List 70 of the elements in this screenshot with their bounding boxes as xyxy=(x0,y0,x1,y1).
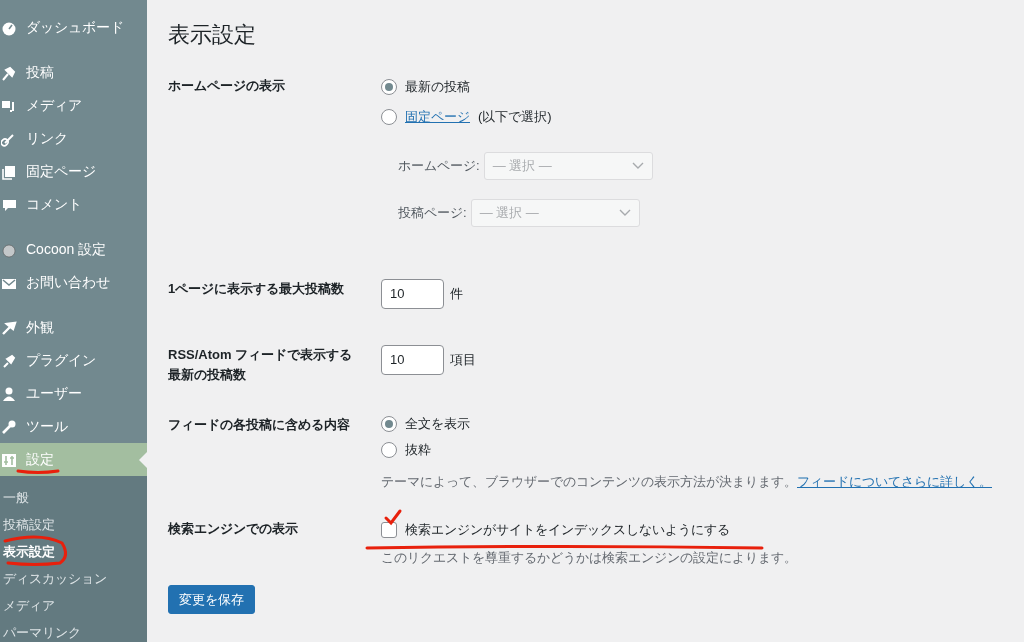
number-input[interactable]: 10 xyxy=(381,345,444,375)
annotation-check xyxy=(384,509,402,526)
feed-link[interactable]: フィードについてさらに詳しく。 xyxy=(797,474,992,489)
option-label: 抜粋 xyxy=(405,441,431,459)
submenu-item[interactable]: ディスカッション xyxy=(0,565,147,592)
sidebar-label: コメント xyxy=(26,195,82,214)
sidebar-item[interactable]: お問い合わせ xyxy=(0,266,147,299)
setting-label: 1ページに表示する最大投稿数 xyxy=(168,280,346,298)
sidebar-label: Cocoon 設定 xyxy=(26,240,107,259)
option-label: (以下で選択) xyxy=(478,108,552,126)
save-button[interactable]: 変更を保存 xyxy=(168,585,255,614)
submenu-item[interactable]: メディア xyxy=(0,592,147,619)
sidebar-label: ツール xyxy=(26,417,68,436)
user-icon xyxy=(1,385,17,402)
sidebar-item[interactable]: 外観 xyxy=(0,311,147,344)
description-text: このリクエストを尊重するかどうかは検索エンジンの設定によります。 xyxy=(381,549,798,567)
chevron-down-icon xyxy=(618,209,631,217)
setting-label: ホームページの表示 xyxy=(168,77,286,95)
setting-label: 検索エンジンでの表示 xyxy=(168,520,299,538)
page-title: 表示設定 xyxy=(168,21,256,49)
plug-icon xyxy=(1,352,17,369)
setting-label: フィードの各投稿に含める内容 xyxy=(168,416,351,434)
sidebar-item[interactable]: プラグイン xyxy=(0,344,147,377)
checkbox[interactable] xyxy=(381,522,397,538)
annotation-underline xyxy=(16,469,60,474)
unit-label: 件 xyxy=(450,285,463,303)
sidebar-label: 投稿 xyxy=(26,63,54,82)
sidebar-label: ダッシュボード xyxy=(26,18,124,37)
sidebar-label: ユーザー xyxy=(26,384,82,403)
sliders-icon xyxy=(1,451,17,468)
sidebar-item[interactable]: 投稿 xyxy=(0,56,147,89)
sidebar-item[interactable]: ユーザー xyxy=(0,377,147,410)
wrench-icon xyxy=(1,418,17,435)
radio-button[interactable] xyxy=(381,442,397,458)
sidebar-item[interactable]: 固定ページ xyxy=(0,155,147,188)
radio-button[interactable] xyxy=(381,416,397,432)
setting-label: RSS/Atom フィードで表示する最新の投稿数 xyxy=(168,346,353,384)
option-label: 最新の投稿 xyxy=(405,78,470,96)
sidebar-item[interactable]: メディア xyxy=(0,89,147,122)
sidebar-item[interactable]: ツール xyxy=(0,410,147,443)
radio-button[interactable] xyxy=(381,79,397,95)
submenu-item[interactable]: 表示設定 xyxy=(0,538,147,565)
description-text: テーマによって、ブラウザーでのコンテンツの表示方法が決まります。フィードについてさらに詳しく。 xyxy=(381,473,993,491)
pin-icon xyxy=(1,64,17,81)
submenu-item[interactable]: パーマリンク xyxy=(0,619,147,642)
select-label: ホームページ: xyxy=(398,157,480,175)
radio-button[interactable] xyxy=(381,109,397,125)
select-label: 投稿ページ: xyxy=(398,204,467,222)
sidebar-label: 外観 xyxy=(26,318,54,337)
sidebar-item[interactable]: Cocoon 設定 xyxy=(0,233,147,266)
submenu-item[interactable]: 投稿設定 xyxy=(0,511,147,538)
sidebar-label: お問い合わせ xyxy=(26,273,110,292)
link[interactable]: 固定ページ xyxy=(405,108,470,126)
submenu-item[interactable]: 一般 xyxy=(0,484,147,511)
circle-icon xyxy=(1,241,17,258)
sidebar-item[interactable]: コメント xyxy=(0,188,147,221)
sidebar-label: 設定 xyxy=(26,450,54,469)
unit-label: 項目 xyxy=(450,351,476,369)
sidebar-label: プラグイン xyxy=(26,351,96,370)
sidebar-item[interactable]: リンク xyxy=(0,122,147,155)
checkbox-label: 検索エンジンがサイトをインデックスしないようにする xyxy=(405,521,730,539)
sidebar-item[interactable]: ダッシュボード xyxy=(0,11,147,44)
sidebar-item[interactable]: 設定 xyxy=(0,443,147,476)
pages-icon xyxy=(1,163,17,180)
sidebar-label: リンク xyxy=(26,129,68,148)
sidebar-label: メディア xyxy=(26,96,82,115)
number-input[interactable]: 10 xyxy=(381,279,444,309)
option-label: 全文を表示 xyxy=(405,415,470,433)
chevron-down-icon xyxy=(631,162,644,170)
sidebar-label: 固定ページ xyxy=(26,162,96,181)
